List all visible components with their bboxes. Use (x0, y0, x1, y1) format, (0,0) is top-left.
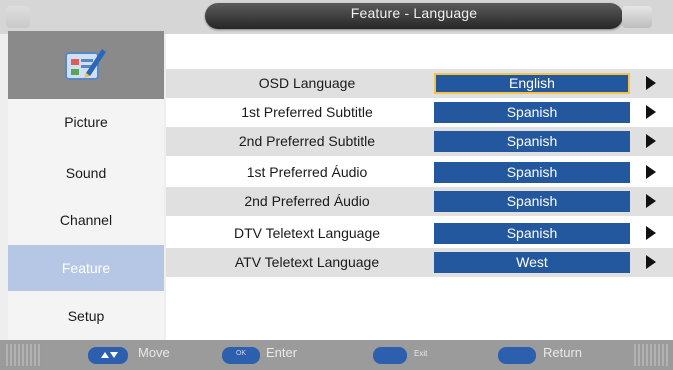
exit-key[interactable] (373, 347, 407, 364)
header-corner-right (622, 6, 652, 28)
arrow-right-icon[interactable] (646, 105, 656, 119)
footer-bar: Move OK Enter Exit Return (0, 340, 673, 370)
sidebar-item-sound[interactable]: Sound (8, 150, 164, 196)
setting-label: 1st Preferred Subtitle (241, 104, 373, 120)
arrow-right-icon[interactable] (646, 76, 656, 90)
setting-label: 2nd Preferred Áudio (244, 193, 370, 209)
setting-row-dtv-teletext[interactable]: DTV Teletext Language Spanish (166, 219, 673, 248)
down-arrow-icon (110, 352, 118, 358)
setting-value[interactable]: Spanish (434, 162, 630, 183)
enter-key[interactable]: OK (222, 347, 260, 364)
setting-value[interactable]: West (434, 252, 630, 273)
sidebar-menu: Picture Sound Channel Feature Setup (8, 31, 164, 340)
setting-row-2nd-subtitle[interactable]: 2nd Preferred Subtitle Spanish (166, 127, 673, 156)
up-arrow-icon (101, 352, 109, 358)
setting-label: 1st Preferred Áudio (246, 164, 368, 180)
return-label: Return (543, 345, 583, 360)
sidebar-item-feature[interactable]: Feature (8, 245, 164, 291)
move-label: Move (138, 345, 170, 360)
return-key[interactable] (498, 347, 536, 364)
setting-label: OSD Language (258, 75, 356, 91)
setting-value[interactable]: Spanish (434, 131, 630, 152)
arrow-right-icon[interactable] (646, 165, 656, 179)
enter-key-text: OK (235, 350, 247, 357)
setting-row-atv-teletext[interactable]: ATV Teletext Language West (166, 248, 673, 277)
setting-row-2nd-audio[interactable]: 2nd Preferred Áudio Spanish (166, 187, 673, 216)
header-bar: Feature - Language (0, 0, 673, 34)
setting-label: 2nd Preferred Subtitle (238, 133, 376, 149)
arrow-right-icon[interactable] (646, 194, 656, 208)
feature-settings-icon (65, 49, 106, 80)
exit-label: Exit (414, 349, 428, 358)
setting-label: DTV Teletext Language (233, 225, 381, 241)
setting-value[interactable]: Spanish (434, 191, 630, 212)
arrow-right-icon[interactable] (646, 255, 656, 269)
setting-value[interactable]: Spanish (434, 223, 630, 244)
sidebar-item-setup[interactable]: Setup (8, 293, 164, 339)
setting-row-osd-language[interactable]: OSD Language English (166, 69, 673, 98)
sidebar-item-picture[interactable]: Picture (8, 99, 164, 145)
setting-value[interactable]: English (434, 73, 630, 94)
setting-row-1st-audio[interactable]: 1st Preferred Áudio Spanish (166, 158, 673, 187)
footer-corner-left (6, 344, 42, 366)
enter-label: Enter (266, 345, 298, 360)
header-corner-left (6, 6, 30, 28)
move-key[interactable] (88, 347, 128, 364)
footer-corner-right (634, 344, 670, 366)
setting-label: ATV Teletext Language (234, 254, 380, 270)
sidebar-item-channel[interactable]: Channel (8, 197, 164, 243)
page-title: Feature - Language (350, 5, 478, 21)
arrow-right-icon[interactable] (646, 134, 656, 148)
tv-menu-screen: Feature - Language Picture Sound Channel… (0, 0, 673, 370)
category-icon-panel (8, 31, 164, 99)
setting-value[interactable]: Spanish (434, 102, 630, 123)
setting-row-1st-subtitle[interactable]: 1st Preferred Subtitle Spanish (166, 98, 673, 127)
arrow-right-icon[interactable] (646, 226, 656, 240)
